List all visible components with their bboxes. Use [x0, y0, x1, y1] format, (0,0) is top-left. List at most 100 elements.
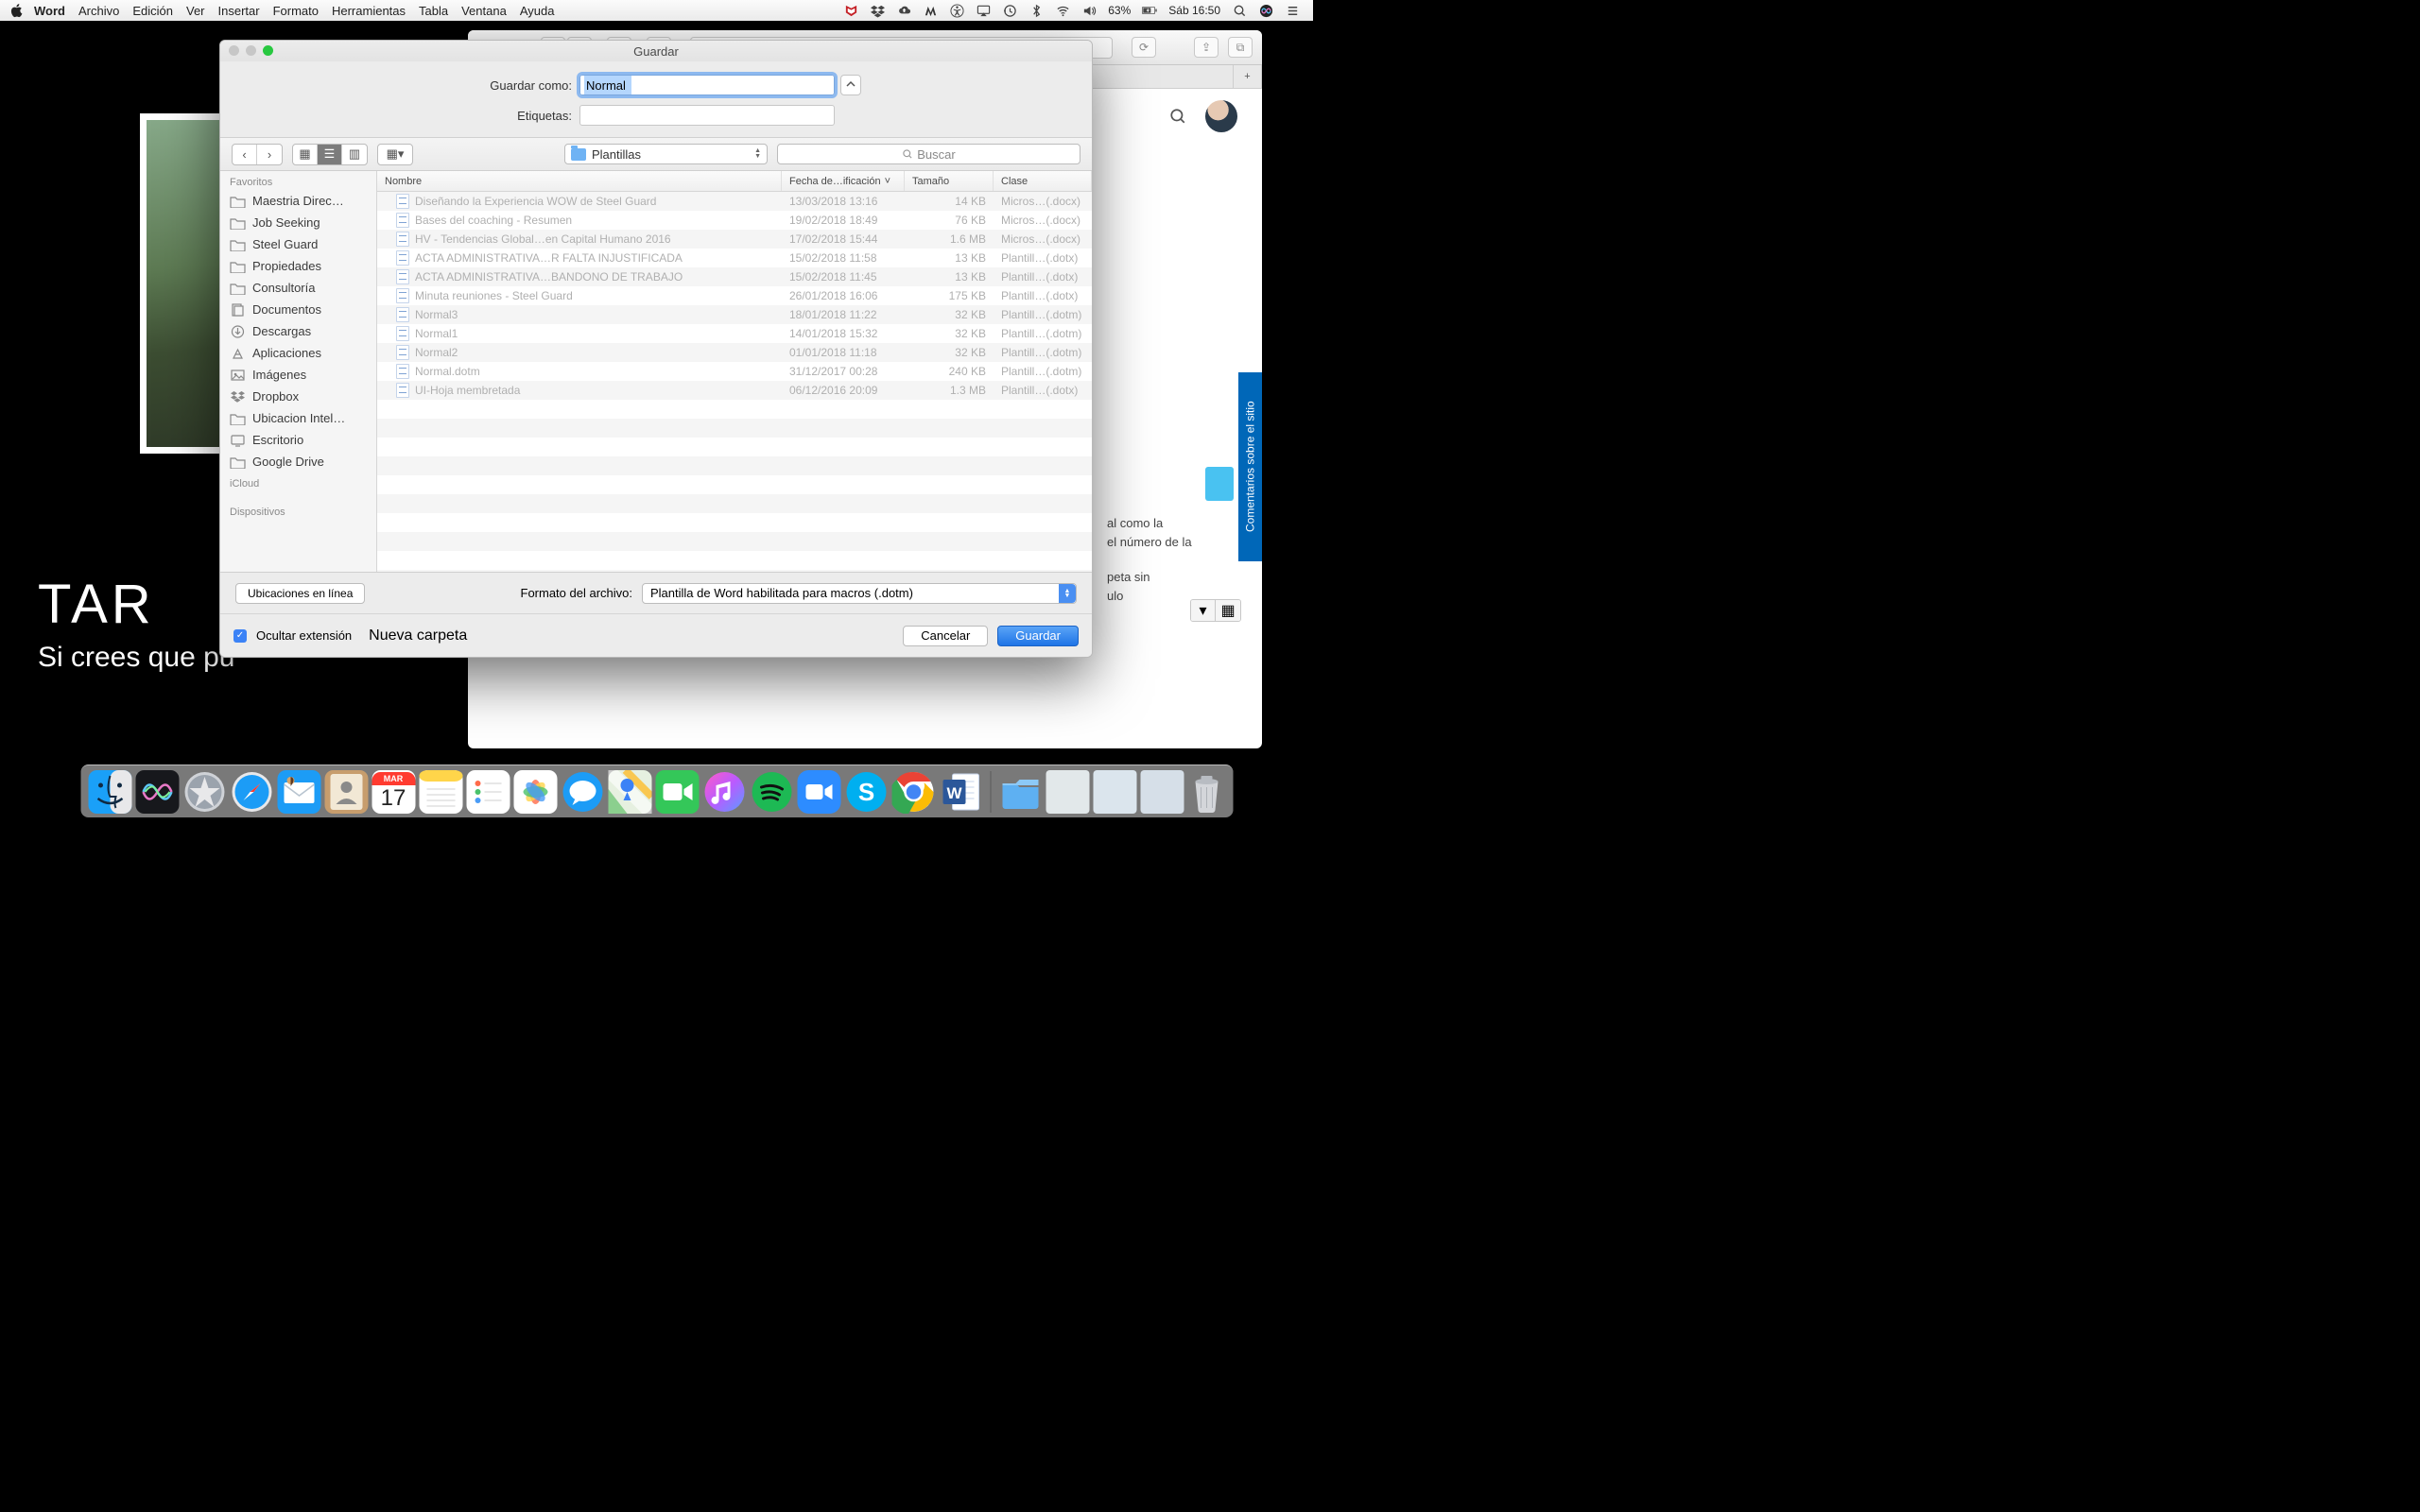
- menu-ayuda[interactable]: Ayuda: [520, 4, 555, 18]
- timemachine-icon[interactable]: [1002, 3, 1017, 18]
- save-as-input[interactable]: [579, 75, 835, 95]
- dropbox-status-icon[interactable]: [870, 3, 885, 18]
- collapse-button[interactable]: [840, 75, 861, 95]
- siri-app-icon[interactable]: [135, 770, 179, 814]
- battery-icon[interactable]: [1142, 3, 1157, 18]
- file-row[interactable]: Bases del coaching - Resumen19/02/2018 1…: [377, 211, 1092, 230]
- col-date[interactable]: Fecha de…ificación ˅: [782, 171, 905, 191]
- file-row[interactable]: Normal114/01/2018 15:3232 KBPlantill…(.d…: [377, 324, 1092, 343]
- search-field[interactable]: Buscar: [777, 144, 1080, 164]
- file-row[interactable]: Diseñando la Experiencia WOW de Steel Gu…: [377, 192, 1092, 211]
- location-popup[interactable]: Plantillas ▲▼: [564, 144, 768, 164]
- file-row[interactable]: Minuta reuniones - Steel Guard26/01/2018…: [377, 286, 1092, 305]
- launchpad-app-icon[interactable]: [182, 770, 226, 814]
- safari-share-button[interactable]: ⇪: [1194, 37, 1219, 58]
- col-size[interactable]: Tamaño: [905, 171, 994, 191]
- accessibility-icon[interactable]: [949, 3, 964, 18]
- online-locations-button[interactable]: Ubicaciones en línea: [235, 583, 365, 604]
- clock[interactable]: Sáb 16:50: [1168, 4, 1220, 17]
- stack-1-icon[interactable]: [1046, 770, 1089, 814]
- cloud-upload-icon[interactable]: [896, 3, 911, 18]
- reminders-app-icon[interactable]: [466, 770, 510, 814]
- view-column-mode[interactable]: ▥: [342, 145, 367, 164]
- sidebar-item[interactable]: Maestria Direc…: [220, 190, 376, 212]
- nav-back[interactable]: ‹: [233, 145, 257, 164]
- mail-app-icon[interactable]: [277, 770, 320, 814]
- group-segment[interactable]: ▦▾: [377, 144, 413, 165]
- volume-icon[interactable]: [1081, 3, 1097, 18]
- dialog-zoom-button[interactable]: [263, 45, 273, 56]
- sidebar-item[interactable]: Steel Guard: [220, 233, 376, 255]
- safari-app-icon[interactable]: [230, 770, 273, 814]
- sidebar-item[interactable]: Escritorio: [220, 429, 376, 451]
- nav-forward[interactable]: ›: [257, 145, 282, 164]
- menu-tabla[interactable]: Tabla: [419, 4, 448, 18]
- folder-docs-icon[interactable]: [998, 770, 1042, 814]
- file-format-popup[interactable]: Plantilla de Word habilitada para macros…: [642, 583, 1077, 604]
- col-name[interactable]: Nombre: [377, 171, 782, 191]
- view-list-mode[interactable]: ☰: [318, 145, 342, 164]
- menu-archivo[interactable]: Archivo: [78, 4, 119, 18]
- spotlight-icon[interactable]: [1232, 3, 1247, 18]
- mcafee-icon[interactable]: [843, 3, 858, 18]
- contacts-app-icon[interactable]: [324, 770, 368, 814]
- file-row[interactable]: UI-Hoja membretada06/12/2016 20:091.3 MB…: [377, 381, 1092, 400]
- safari-tabs-button[interactable]: ⧉: [1228, 37, 1253, 58]
- finder-app-icon[interactable]: [88, 770, 131, 814]
- menu-formato[interactable]: Formato: [273, 4, 319, 18]
- tags-input[interactable]: [579, 105, 835, 126]
- sidebar-item[interactable]: Ubicacion Intel…: [220, 407, 376, 429]
- file-row[interactable]: HV - Tendencias Global…en Capital Humano…: [377, 230, 1092, 249]
- spotify-app-icon[interactable]: [750, 770, 793, 814]
- sidebar-item[interactable]: Consultoría: [220, 277, 376, 299]
- sidebar-item[interactable]: Descargas: [220, 320, 376, 342]
- photos-app-icon[interactable]: [513, 770, 557, 814]
- airplay-icon[interactable]: [976, 3, 991, 18]
- cancel-button[interactable]: Cancelar: [903, 626, 988, 646]
- skype-app-icon[interactable]: S: [844, 770, 888, 814]
- safari-newtab-button[interactable]: +: [1234, 65, 1262, 88]
- avatar[interactable]: [1205, 100, 1237, 132]
- sidebar-item[interactable]: Job Seeking: [220, 212, 376, 233]
- sidebar-item[interactable]: Documentos: [220, 299, 376, 320]
- file-row[interactable]: Normal318/01/2018 11:2232 KBPlantill…(.d…: [377, 305, 1092, 324]
- notes-app-icon[interactable]: [419, 770, 462, 814]
- save-button[interactable]: Guardar: [997, 626, 1079, 646]
- feedback-tab[interactable]: Comentarios sobre el sitio: [1238, 372, 1262, 561]
- dialog-close-button[interactable]: [229, 45, 239, 56]
- chrome-app-icon[interactable]: [891, 770, 935, 814]
- file-row[interactable]: Normal201/01/2018 11:1832 KBPlantill…(.d…: [377, 343, 1092, 362]
- attachment-icon[interactable]: [1205, 467, 1234, 501]
- messages-app-icon[interactable]: [561, 770, 604, 814]
- menu-ventana[interactable]: Ventana: [461, 4, 507, 18]
- menu-edicion[interactable]: Edición: [132, 4, 173, 18]
- stack-2-icon[interactable]: [1093, 770, 1136, 814]
- group-button[interactable]: ▦▾: [378, 145, 412, 164]
- safari-reload-button[interactable]: ⟳: [1132, 37, 1156, 58]
- view-toggle-dropdown[interactable]: ▾: [1191, 600, 1216, 621]
- zoom-app-icon[interactable]: [797, 770, 840, 814]
- menu-herramientas[interactable]: Herramientas: [332, 4, 406, 18]
- calendar-app-icon[interactable]: MAR 17: [372, 770, 415, 814]
- file-row[interactable]: Normal.dotm31/12/2017 00:28240 KBPlantil…: [377, 362, 1092, 381]
- word-app-icon[interactable]: W: [939, 770, 982, 814]
- menu-ver[interactable]: Ver: [186, 4, 205, 18]
- view-mode-segment[interactable]: ▦ ☰ ▥: [292, 144, 368, 165]
- file-row[interactable]: ACTA ADMINISTRATIVA…R FALTA INJUSTIFICAD…: [377, 249, 1092, 267]
- notification-center-icon[interactable]: [1285, 3, 1300, 18]
- stack-3-icon[interactable]: [1140, 770, 1184, 814]
- dialog-minimize-button[interactable]: [246, 45, 256, 56]
- amphetamine-icon[interactable]: [923, 3, 938, 18]
- maps-app-icon[interactable]: [608, 770, 651, 814]
- hide-extension-checkbox[interactable]: ✓: [233, 629, 247, 643]
- sidebar-item[interactable]: Aplicaciones: [220, 342, 376, 364]
- bluetooth-icon[interactable]: [1028, 3, 1044, 18]
- file-list[interactable]: Diseñando la Experiencia WOW de Steel Gu…: [377, 192, 1092, 572]
- trash-icon[interactable]: [1187, 770, 1225, 814]
- col-kind[interactable]: Clase: [994, 171, 1092, 191]
- app-name[interactable]: Word: [34, 4, 65, 18]
- view-icon-mode[interactable]: ▦: [293, 145, 318, 164]
- sidebar-item[interactable]: Propiedades: [220, 255, 376, 277]
- view-toggle-grid[interactable]: ▦: [1216, 600, 1240, 621]
- apple-menu-icon[interactable]: [9, 3, 25, 18]
